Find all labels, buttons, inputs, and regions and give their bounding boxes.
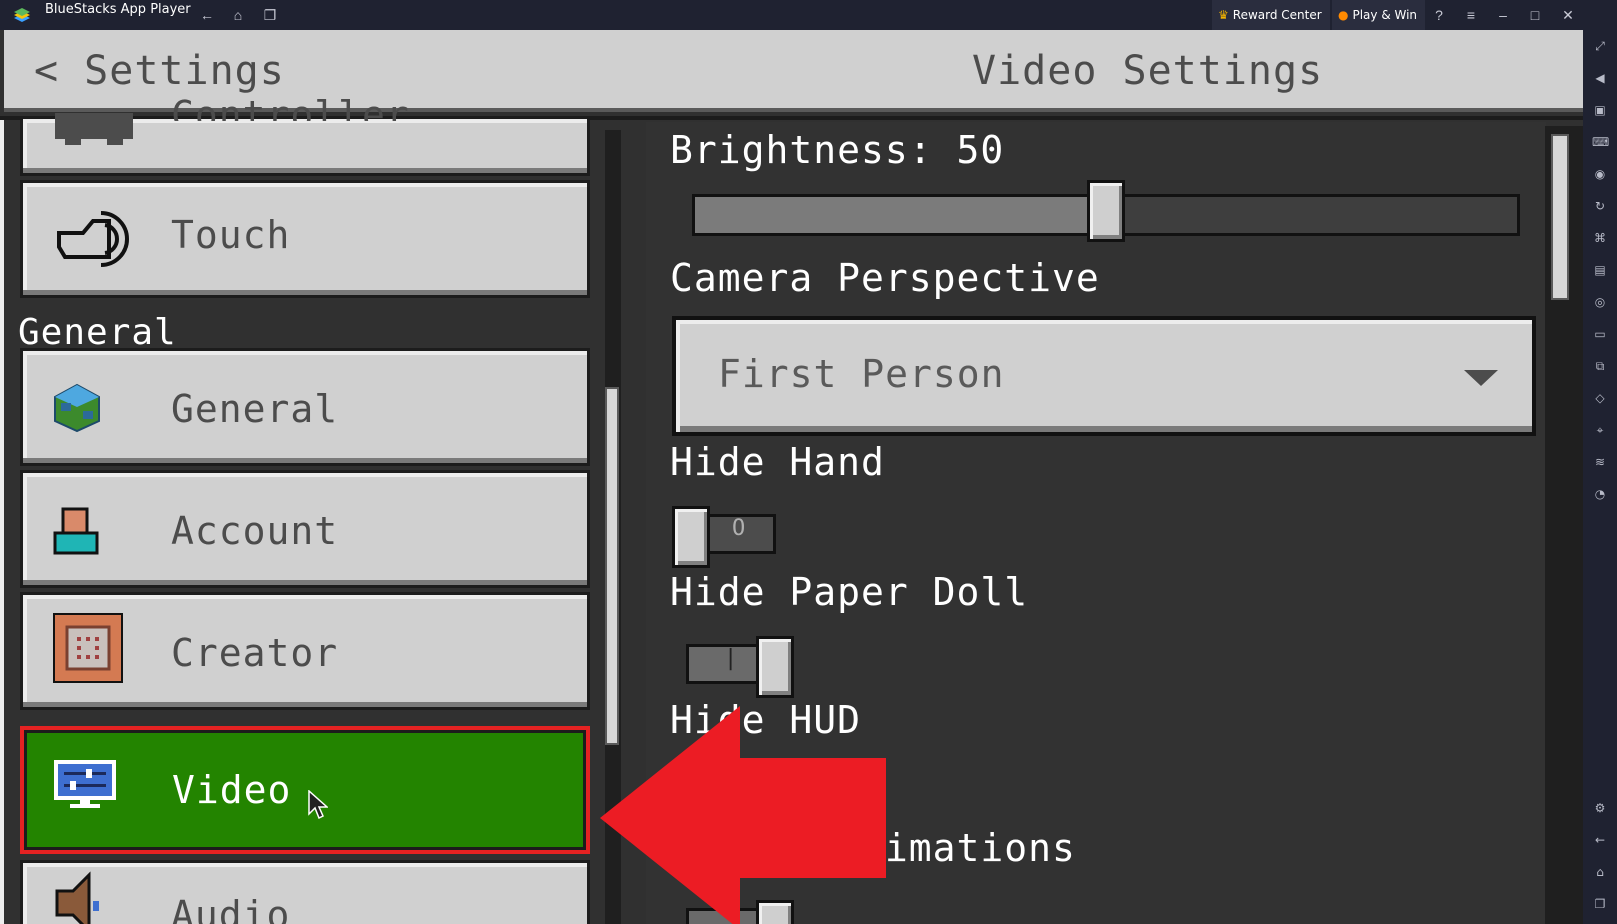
nav-item-touch[interactable]: Touch bbox=[20, 180, 590, 298]
settings-scrollbar-thumb[interactable] bbox=[1551, 134, 1569, 300]
screenshot-icon[interactable]: ◎ bbox=[1592, 294, 1608, 310]
nav-item-general[interactable]: General bbox=[20, 348, 590, 466]
camera-perspective-value: First Person bbox=[718, 352, 1005, 396]
bluestacks-logo-icon bbox=[14, 8, 30, 22]
nav-label-general: General bbox=[171, 387, 339, 431]
home-nav-icon[interactable]: ⌂ bbox=[1592, 864, 1608, 880]
layers-icon[interactable]: ≋ bbox=[1592, 454, 1608, 470]
brightness-slider-knob[interactable] bbox=[1087, 180, 1125, 242]
brightness-label: Brightness: 50 bbox=[670, 128, 1005, 172]
toggle-on-icon: | bbox=[724, 646, 738, 671]
nav-item-account[interactable]: Account bbox=[20, 470, 590, 588]
recent-apps-icon[interactable]: ❐ bbox=[1592, 896, 1608, 912]
apk-icon[interactable]: ▤ bbox=[1592, 262, 1608, 278]
gamepad-icon[interactable]: ⌘ bbox=[1592, 230, 1608, 246]
speaker-icon bbox=[55, 871, 99, 924]
touch-hand-icon bbox=[57, 211, 130, 267]
nav-item-video[interactable]: Video bbox=[20, 726, 590, 854]
location-icon[interactable]: ⌖ bbox=[1592, 422, 1608, 438]
nav-scrollbar-thumb[interactable] bbox=[605, 387, 619, 745]
settings-gear-icon[interactable]: ⚙ bbox=[1592, 800, 1608, 816]
crown-icon: ♛ bbox=[1218, 8, 1229, 22]
back-arrow-icon[interactable]: ← bbox=[197, 5, 217, 25]
play-win-button[interactable]: ● Play & Win bbox=[1332, 0, 1426, 30]
nav-label-controller: Controller bbox=[171, 93, 410, 121]
red-annotation-arrow bbox=[600, 706, 886, 924]
title-bar: BlueStacks App Player ← ⌂ ❐ ♛ Reward Cent… bbox=[0, 0, 1617, 30]
badge-icon: ● bbox=[1338, 8, 1349, 22]
help-icon[interactable]: ? bbox=[1429, 5, 1449, 25]
rotate-icon[interactable]: ↻ bbox=[1592, 198, 1608, 214]
gamepad-icon bbox=[55, 113, 133, 145]
back-to-settings-button[interactable]: < Settings bbox=[34, 48, 285, 94]
chevron-down-icon bbox=[1464, 370, 1498, 386]
section-heading-general: General bbox=[18, 312, 177, 353]
camera-perspective-label: Camera Perspective bbox=[670, 256, 1100, 300]
hide-paper-doll-toggle-knob bbox=[756, 636, 794, 698]
hide-hand-label: Hide Hand bbox=[670, 440, 885, 484]
media-icon[interactable]: ▣ bbox=[1592, 102, 1608, 118]
nav-label-account: Account bbox=[171, 509, 339, 553]
mouse-cursor-icon bbox=[308, 790, 328, 820]
toggle-off-icon: O bbox=[732, 516, 746, 541]
maximize-icon[interactable]: □ bbox=[1525, 5, 1545, 25]
fullscreen-icon[interactable]: ⤢ bbox=[1592, 38, 1608, 54]
hide-paper-doll-toggle[interactable]: | bbox=[686, 636, 794, 698]
monitor-sliders-icon bbox=[54, 760, 116, 808]
close-icon[interactable]: ✕ bbox=[1558, 5, 1578, 25]
nav-item-creator[interactable]: Creator bbox=[20, 592, 590, 710]
nav-item-controller[interactable]: Controller bbox=[20, 93, 590, 176]
home-icon[interactable]: ⌂ bbox=[228, 5, 248, 25]
nav-label-touch: Touch bbox=[171, 213, 291, 257]
record-icon[interactable]: ◉ bbox=[1592, 166, 1608, 182]
camera-perspective-dropdown[interactable]: First Person bbox=[672, 316, 1536, 436]
multi-instance-icon[interactable]: ⧉ bbox=[1592, 358, 1608, 374]
volume-icon[interactable]: ◀ bbox=[1592, 70, 1608, 86]
minimize-icon[interactable]: – bbox=[1493, 5, 1513, 25]
back-icon[interactable]: ← bbox=[1592, 832, 1608, 848]
globe-icon bbox=[54, 383, 100, 433]
app-title: BlueStacks App Player bbox=[45, 2, 191, 17]
folder-icon[interactable]: ▭ bbox=[1592, 326, 1608, 342]
hide-paper-doll-label: Hide Paper Doll bbox=[670, 570, 1029, 614]
nav-item-audio[interactable]: Audio bbox=[20, 860, 590, 924]
hide-hand-toggle[interactable]: O bbox=[672, 506, 778, 568]
brightness-slider-fill bbox=[695, 197, 1106, 233]
bluestacks-toolbar: ⤢ ◀ ▣ ⌨ ◉ ↻ ⌘ ▤ ◎ ▭ ⧉ ◇ ⌖ ≋ ◔ ⚙ ← ⌂ ❐ bbox=[1583, 30, 1617, 924]
nav-label-audio: Audio bbox=[171, 893, 291, 924]
nav-label-video: Video bbox=[172, 768, 292, 812]
nav-label-creator: Creator bbox=[171, 631, 339, 675]
keyboard-icon[interactable]: ⌨ bbox=[1592, 134, 1609, 150]
reward-center-button[interactable]: ♛ Reward Center bbox=[1212, 0, 1330, 30]
speed-icon[interactable]: ◔ bbox=[1592, 486, 1608, 502]
hide-hand-toggle-knob bbox=[672, 506, 710, 568]
game-viewport: < Settings Video Settings Controller Tou… bbox=[0, 30, 1583, 924]
command-block-icon bbox=[53, 613, 123, 683]
page-title: Video Settings bbox=[972, 48, 1324, 94]
multi-window-icon[interactable]: ❐ bbox=[260, 5, 280, 25]
account-icon bbox=[53, 507, 99, 555]
menu-icon[interactable]: ≡ bbox=[1461, 5, 1481, 25]
eraser-icon[interactable]: ◇ bbox=[1592, 390, 1608, 406]
